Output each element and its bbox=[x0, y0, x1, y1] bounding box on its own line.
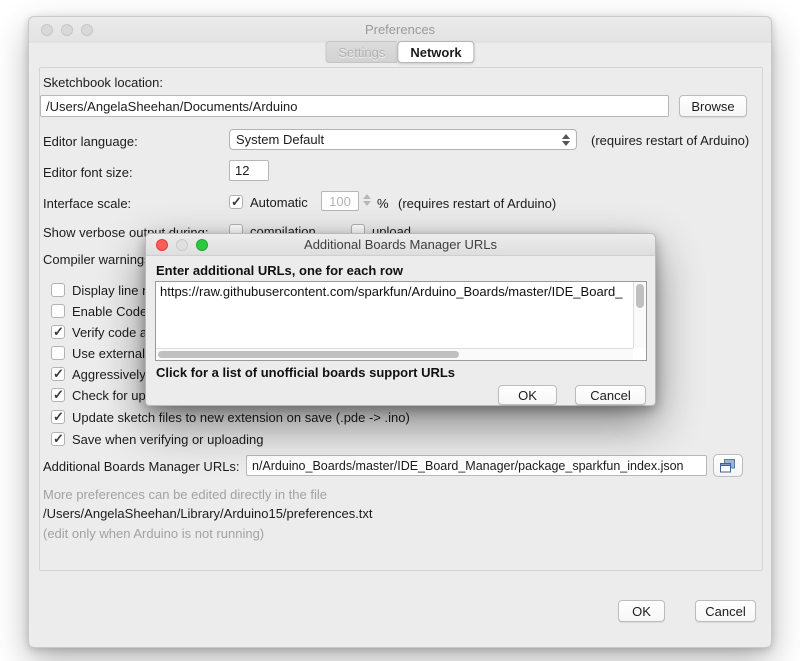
percent-label: % bbox=[377, 196, 389, 211]
editor-language-note: (requires restart of Arduino) bbox=[591, 133, 749, 148]
editor-language-value: System Default bbox=[236, 132, 324, 147]
dialog-titlebar[interactable]: Additional Boards Manager URLs bbox=[146, 234, 655, 256]
urls-textarea[interactable]: https://raw.githubusercontent.com/sparkf… bbox=[155, 281, 647, 361]
browse-button[interactable]: Browse bbox=[679, 95, 747, 117]
edit-warning-note: (edit only when Arduino is not running) bbox=[43, 526, 264, 541]
interface-scale-note: (requires restart of Arduino) bbox=[398, 196, 556, 211]
update-sketch-ext-label: Update sketch files to new extension on … bbox=[72, 410, 410, 425]
tab-network[interactable]: Network bbox=[397, 41, 474, 63]
preferences-file-path: /Users/AngelaSheehan/Library/Arduino15/p… bbox=[43, 506, 373, 521]
editor-font-size-input[interactable] bbox=[229, 160, 269, 181]
vertical-scrollbar[interactable] bbox=[633, 282, 646, 348]
save-on-verify-checkbox[interactable] bbox=[51, 432, 65, 446]
dialog-title: Additional Boards Manager URLs bbox=[146, 237, 655, 252]
automatic-checkbox[interactable] bbox=[229, 195, 243, 209]
interface-scale-label: Interface scale: bbox=[43, 196, 131, 211]
compiler-warnings-label: Compiler warnings: bbox=[43, 252, 154, 267]
cancel-button[interactable]: Cancel bbox=[695, 600, 756, 622]
additional-boards-urls-dialog: Additional Boards Manager URLs Enter add… bbox=[145, 233, 656, 406]
dialog-ok-button[interactable]: OK bbox=[498, 385, 557, 405]
urls-instruction-label: Enter additional URLs, one for each row bbox=[156, 263, 403, 278]
window-title: Preferences bbox=[29, 22, 771, 37]
editor-language-label: Editor language: bbox=[43, 134, 138, 149]
scale-stepper-icon bbox=[363, 194, 371, 206]
tab-bar: Settings Network bbox=[325, 41, 474, 63]
ok-button[interactable]: OK bbox=[618, 600, 665, 622]
chevron-up-down-icon bbox=[562, 134, 570, 146]
boards-manager-urls-label: Additional Boards Manager URLs: bbox=[43, 459, 240, 474]
open-boards-urls-button[interactable] bbox=[713, 454, 743, 477]
update-sketch-ext-checkbox[interactable] bbox=[51, 410, 65, 424]
boards-manager-urls-input[interactable] bbox=[246, 455, 707, 476]
tab-settings[interactable]: Settings bbox=[325, 41, 397, 63]
verify-after-upload-checkbox[interactable] bbox=[51, 325, 65, 339]
cache-core-checkbox[interactable] bbox=[51, 367, 65, 381]
check-updates-checkbox[interactable] bbox=[51, 388, 65, 402]
sketchbook-location-label: Sketchbook location: bbox=[43, 75, 163, 90]
horizontal-scrollbar[interactable] bbox=[156, 348, 633, 360]
sketchbook-location-input[interactable] bbox=[40, 95, 669, 117]
enable-code-folding-checkbox[interactable] bbox=[51, 304, 65, 318]
vertical-scrollbar-thumb[interactable] bbox=[636, 284, 644, 308]
automatic-label: Automatic bbox=[250, 195, 308, 210]
editor-language-select[interactable]: System Default bbox=[229, 129, 577, 150]
urls-textarea-value: https://raw.githubusercontent.com/sparkf… bbox=[160, 284, 632, 299]
interface-scale-input bbox=[321, 191, 359, 211]
display-line-numbers-checkbox[interactable] bbox=[51, 283, 65, 297]
new-window-icon bbox=[719, 458, 737, 474]
unofficial-boards-link[interactable]: Click for a list of unofficial boards su… bbox=[156, 365, 455, 380]
save-on-verify-label: Save when verifying or uploading bbox=[72, 432, 264, 447]
window-titlebar[interactable]: Preferences bbox=[29, 17, 771, 43]
external-editor-checkbox[interactable] bbox=[51, 346, 65, 360]
editor-font-size-label: Editor font size: bbox=[43, 165, 133, 180]
more-preferences-note: More preferences can be edited directly … bbox=[43, 487, 327, 502]
horizontal-scrollbar-thumb[interactable] bbox=[158, 351, 459, 358]
dialog-cancel-button[interactable]: Cancel bbox=[575, 385, 646, 405]
